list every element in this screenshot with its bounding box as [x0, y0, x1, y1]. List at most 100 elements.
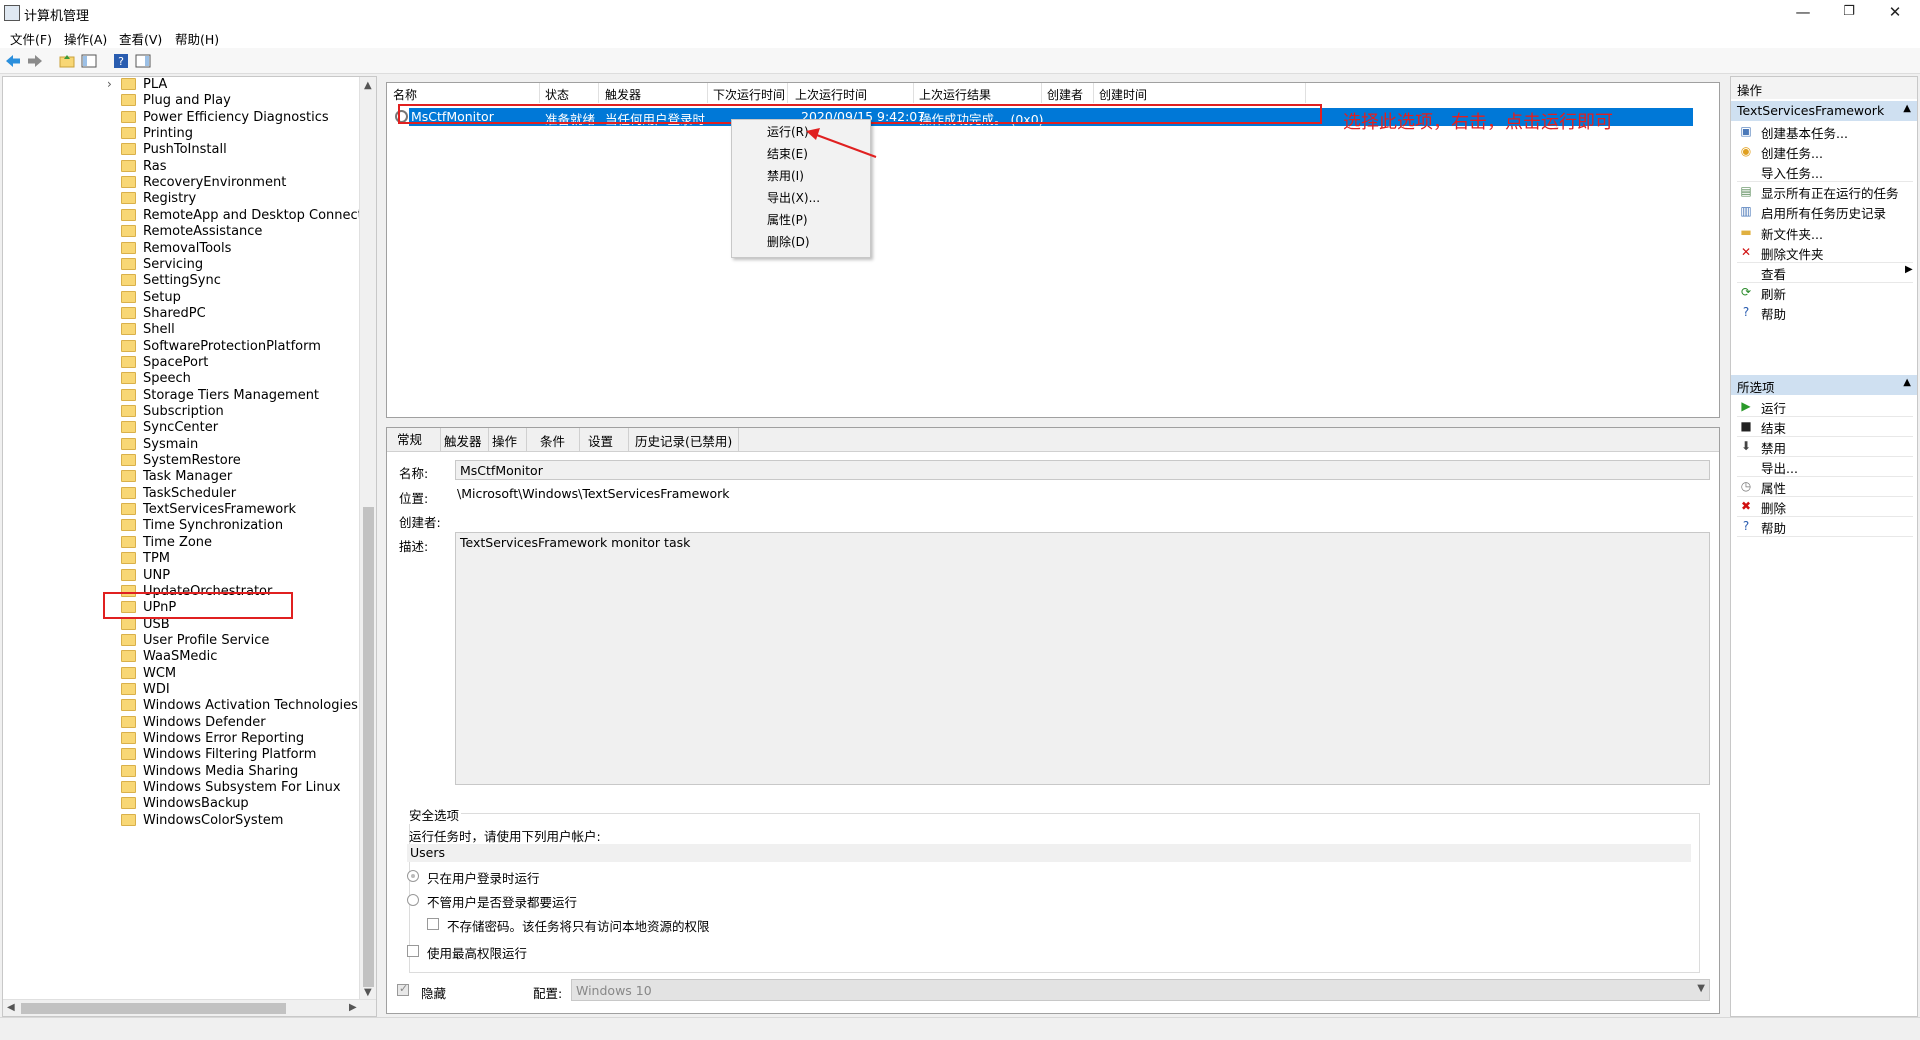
- computer-management-icon: [4, 5, 20, 21]
- back-icon[interactable]: [4, 52, 22, 70]
- action-item[interactable]: 帮助: [1761, 518, 1786, 537]
- action-item[interactable]: 删除文件夹: [1761, 244, 1824, 263]
- folder-icon: [121, 650, 136, 663]
- action-item[interactable]: 导出...: [1761, 458, 1798, 477]
- tree-item-label: Sysmain: [143, 436, 199, 452]
- menu-help[interactable]: 帮助(H): [175, 29, 219, 48]
- tab-triggers[interactable]: 触发器: [444, 431, 482, 450]
- folder-icon: [121, 748, 136, 761]
- name-field[interactable]: MsCtfMonitor: [455, 460, 1710, 480]
- column-header-last-result[interactable]: 上次运行结果: [919, 86, 991, 103]
- column-header-next-run[interactable]: 下次运行时间: [713, 86, 785, 103]
- radio-logged-on[interactable]: [407, 870, 419, 882]
- tab-history[interactable]: 历史记录(已禁用): [635, 431, 732, 450]
- action-item[interactable]: 刷新: [1761, 284, 1786, 303]
- tab-conditions[interactable]: 条件: [540, 431, 565, 450]
- tree-item-label: RemovalTools: [143, 240, 232, 256]
- action-item[interactable]: 导入任务...: [1761, 163, 1823, 182]
- forward-icon[interactable]: [26, 52, 44, 70]
- tree-item-label: TaskScheduler: [143, 485, 237, 501]
- checkbox-highest-privileges[interactable]: [407, 945, 419, 957]
- action-item[interactable]: 创建基本任务...: [1761, 123, 1848, 142]
- author-label: 创建者:: [399, 515, 441, 530]
- radio-whether-logged[interactable]: [407, 894, 419, 906]
- delete-icon: ✖: [1740, 499, 1752, 513]
- tree-item-label: RemoteAssistance: [143, 224, 263, 240]
- tab-general[interactable]: 常规: [397, 429, 422, 448]
- folder-icon: [121, 519, 136, 532]
- column-header-created[interactable]: 创建时间: [1099, 86, 1147, 103]
- tree-horizontal-scrollbar[interactable]: ◀ ▶: [3, 999, 376, 1016]
- scroll-thumb[interactable]: [363, 507, 374, 987]
- separator: [1737, 282, 1913, 283]
- title-bar: 计算机管理 — ❐ ✕: [0, 0, 1920, 26]
- properties-icon: ◷: [1740, 479, 1752, 493]
- scroll-up-icon[interactable]: ▲: [364, 80, 372, 91]
- checkbox-hidden[interactable]: [397, 982, 409, 996]
- scroll-thumb[interactable]: [21, 1003, 286, 1014]
- actions-section-folder[interactable]: TextServicesFramework ▲: [1731, 101, 1917, 121]
- submenu-arrow-icon[interactable]: ▶: [1905, 264, 1913, 275]
- action-item[interactable]: 创建任务...: [1761, 143, 1823, 162]
- actions-section-selected-label: 所选项: [1737, 380, 1775, 395]
- action-item[interactable]: 查看: [1761, 264, 1786, 283]
- history-icon: ▥: [1740, 204, 1752, 218]
- action-item[interactable]: 显示所有正在运行的任务: [1761, 183, 1899, 202]
- actions-section-selected[interactable]: 所选项 ▲: [1731, 375, 1917, 395]
- tab-actions[interactable]: 操作: [492, 431, 517, 450]
- context-delete[interactable]: 删除(D): [767, 233, 810, 250]
- folder-icon: [121, 764, 136, 777]
- action-item[interactable]: 属性: [1761, 478, 1786, 497]
- separator: [1737, 476, 1913, 477]
- status-bar: [0, 1017, 1920, 1040]
- checkbox-no-password[interactable]: [427, 918, 439, 930]
- menu-file[interactable]: 文件(F): [10, 29, 52, 48]
- column-header-name[interactable]: 名称: [393, 86, 417, 103]
- tree-item-label: Windows Error Reporting: [143, 731, 305, 746]
- context-properties[interactable]: 属性(P): [767, 211, 808, 228]
- restore-button[interactable]: ❐: [1826, 0, 1872, 26]
- help-icon[interactable]: ?: [112, 52, 130, 70]
- tab-settings[interactable]: 设置: [588, 431, 613, 450]
- action-item[interactable]: 删除: [1761, 498, 1786, 517]
- tree-item-label: Windows Activation Technologies: [143, 698, 358, 714]
- minimize-button[interactable]: —: [1780, 0, 1826, 26]
- tree-item-label: Shell: [143, 322, 175, 338]
- show-hide-action-pane-icon[interactable]: [134, 52, 152, 70]
- column-header-trigger[interactable]: 触发器: [605, 86, 641, 103]
- action-item[interactable]: 新文件夹...: [1761, 224, 1823, 243]
- menu-action[interactable]: 操作(A): [64, 29, 107, 48]
- scroll-right-icon[interactable]: ▶: [349, 1002, 357, 1013]
- collapse-icon[interactable]: ▲: [1903, 103, 1911, 114]
- tree-vertical-scrollbar[interactable]: ▲ ▼: [359, 77, 376, 1002]
- action-item[interactable]: 启用所有任务历史记录: [1761, 203, 1886, 222]
- folder-icon: [121, 241, 136, 254]
- tree-item-label: UNP: [143, 567, 171, 583]
- context-disable[interactable]: 禁用(I): [767, 167, 804, 184]
- expand-icon[interactable]: ›: [107, 77, 112, 91]
- close-button[interactable]: ✕: [1872, 0, 1918, 26]
- folder-icon: [121, 176, 136, 189]
- column-header-status[interactable]: 状态: [545, 86, 569, 103]
- scroll-left-icon[interactable]: ◀: [7, 1002, 15, 1013]
- context-export[interactable]: 导出(X)...: [767, 189, 820, 206]
- description-field[interactable]: TextServicesFramework monitor task: [455, 532, 1710, 785]
- tree-item-label: WindowsColorSystem: [143, 812, 284, 828]
- action-item[interactable]: 禁用: [1761, 438, 1786, 457]
- tree-item-label: TPM: [143, 551, 170, 567]
- scroll-down-icon[interactable]: ▼: [364, 987, 372, 998]
- help-icon: ?: [1742, 519, 1750, 533]
- folder-icon: [121, 486, 136, 499]
- action-item[interactable]: 结束: [1761, 418, 1786, 437]
- menu-view[interactable]: 查看(V): [119, 29, 162, 48]
- tree-item[interactable]: WindowsColorSystem: [3, 811, 363, 831]
- show-hide-tree-icon[interactable]: [80, 52, 98, 70]
- up-folder-icon[interactable]: [58, 52, 76, 70]
- collapse-icon[interactable]: ▲: [1903, 377, 1911, 388]
- action-item[interactable]: 运行: [1761, 398, 1786, 417]
- column-header-author[interactable]: 创建者: [1047, 86, 1083, 103]
- column-header-last-run[interactable]: 上次运行时间: [795, 86, 867, 103]
- tree-item-label: Plug and Play: [143, 93, 231, 109]
- action-item[interactable]: 帮助: [1761, 304, 1786, 323]
- config-select[interactable]: Windows 10 ▼: [571, 979, 1710, 1001]
